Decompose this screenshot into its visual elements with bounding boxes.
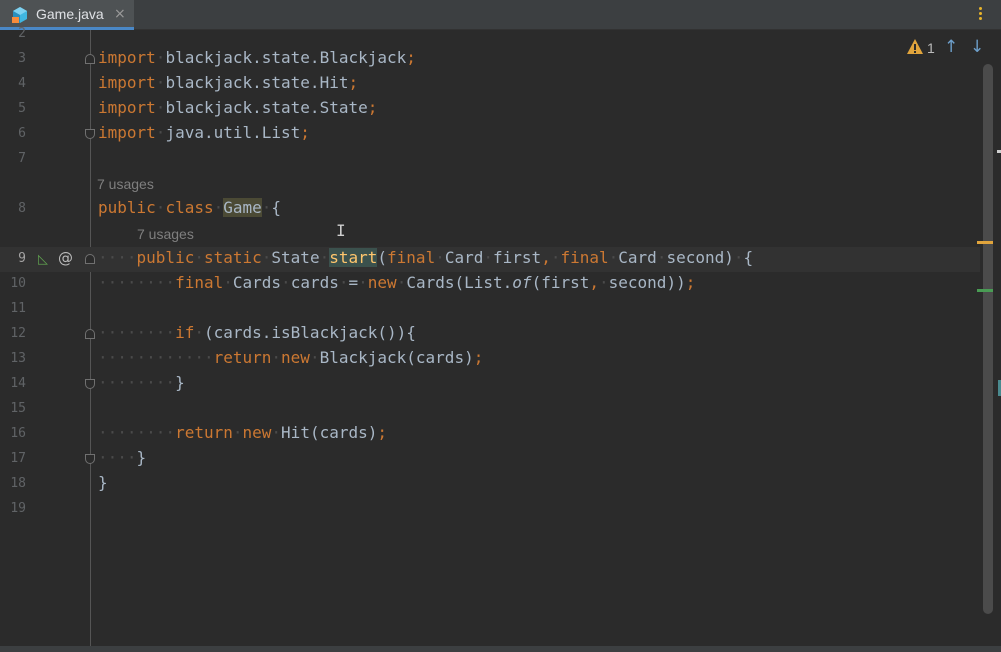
line-number: 5: [18, 101, 26, 116]
warning-stripe-marker[interactable]: [977, 241, 993, 244]
code-text: }: [98, 473, 108, 492]
tab-label: Game.java: [36, 6, 104, 22]
code-text: ········if·(cards.isBlackjack()){: [98, 323, 416, 342]
fold-marker[interactable]: [85, 329, 95, 339]
line-number: 3: [18, 51, 26, 66]
code-text: ········final·Cards·cards·=·new·Cards(Li…: [98, 273, 696, 292]
code-line: 12 ········if·(cards.isBlackjack()){: [0, 322, 980, 347]
code-line: 17 ····}: [0, 447, 980, 472]
code-line-current: 9 ◺ @ ····public·static·State·start(fina…: [0, 247, 980, 272]
line-number: 6: [18, 126, 26, 141]
code-line: 2: [0, 22, 980, 47]
line-number: 9: [18, 251, 26, 266]
line-number: 19: [10, 501, 26, 516]
line-number: 17: [10, 451, 26, 466]
code-line: 19: [0, 497, 980, 522]
code-text: ····}: [98, 448, 147, 467]
code-text: import·blackjack.state.State;: [98, 98, 378, 117]
line-number: 16: [10, 426, 26, 441]
code-text: import·blackjack.state.Blackjack;: [98, 48, 416, 67]
code-line: 6 import·java.util.List;: [0, 122, 980, 147]
fold-marker[interactable]: [85, 54, 95, 64]
implements-icon[interactable]: ◺: [38, 252, 48, 267]
more-options-icon[interactable]: [979, 7, 983, 23]
code-line: 8 public·class·Game·{: [0, 197, 980, 222]
line-number: 15: [10, 401, 26, 416]
code-editor[interactable]: 2 3 import·blackjack.state.Blackjack; 4 …: [0, 26, 1001, 646]
code-text: import·java.util.List;: [98, 123, 310, 142]
code-text: ············return·new·Blackjack(cards);: [98, 348, 484, 367]
code-line: 14 ········}: [0, 372, 980, 397]
edge-marker: [997, 150, 1001, 153]
code-line: 16 ········return·new·Hit(cards);: [0, 422, 980, 447]
code-line: 18 }: [0, 472, 980, 497]
line-number: 4: [18, 76, 26, 91]
warning-triangle-icon[interactable]: [906, 38, 924, 56]
previous-highlight-icon[interactable]: ↑: [944, 37, 958, 57]
code-text: public·class·Game·{: [98, 198, 282, 217]
usages-hint[interactable]: 7 usages: [137, 226, 194, 242]
line-number: 18: [10, 476, 26, 491]
fold-marker[interactable]: [85, 129, 95, 139]
fold-marker[interactable]: [85, 254, 95, 264]
code-line: 15: [0, 397, 980, 422]
inspection-widget[interactable]: 1 ↑ ↓: [906, 37, 990, 58]
line-number: 14: [10, 376, 26, 391]
code-line: 13 ············return·new·Blackjack(card…: [0, 347, 980, 372]
line-number: 2: [18, 26, 26, 41]
vertical-scrollbar[interactable]: [983, 64, 993, 614]
code-text: ········}: [98, 373, 185, 392]
change-stripe-marker[interactable]: [977, 289, 993, 292]
line-number: 7: [18, 151, 26, 166]
code-line: 4 import·blackjack.state.Hit;: [0, 72, 980, 97]
code-line: 5 import·blackjack.state.State;: [0, 97, 980, 122]
fold-marker[interactable]: [85, 379, 95, 389]
code-text: ····public·static·State·start(final·Card…: [98, 248, 754, 267]
code-text: import·blackjack.state.Hit;: [98, 73, 359, 92]
text-cursor-icon: I: [336, 221, 346, 240]
next-highlight-icon[interactable]: ↓: [970, 37, 984, 57]
usages-hint[interactable]: 7 usages: [97, 176, 154, 192]
close-icon[interactable]: ×: [114, 5, 126, 23]
warning-count: 1: [927, 40, 935, 56]
code-line: 11: [0, 297, 980, 322]
code-line: 7: [0, 147, 980, 172]
line-number: 11: [10, 301, 26, 316]
line-number: 12: [10, 326, 26, 341]
annotation-icon[interactable]: @: [58, 249, 73, 267]
code-text: ········return·new·Hit(cards);: [98, 423, 388, 442]
line-number: 13: [10, 351, 26, 366]
line-number: 10: [10, 276, 26, 291]
fold-marker[interactable]: [85, 454, 95, 464]
line-number: 8: [18, 201, 26, 216]
bottom-border: [0, 646, 1001, 652]
code-line: 10 ········final·Cards·cards·=·new·Cards…: [0, 272, 980, 297]
code-line: 3 import·blackjack.state.Blackjack;: [0, 47, 980, 72]
